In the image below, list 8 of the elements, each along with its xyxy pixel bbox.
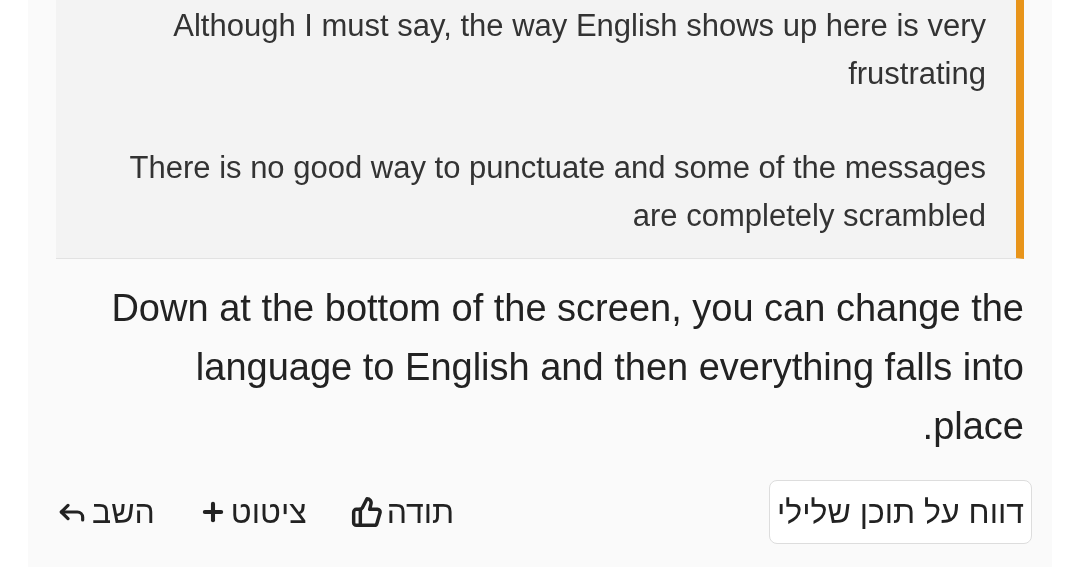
post-text: Down at the bottom of the screen, you can change the language to English and then everything falls into place. — [110, 286, 1024, 449]
quote-text: Although I must say, the way English shows up here is very frustrating — [172, 7, 986, 93]
quote-text: There is no good way to punctuate and some of the messages are completely scrambled — [128, 149, 986, 235]
quote-button[interactable]: ציטוט — [198, 488, 307, 536]
thumbs-up-icon — [350, 496, 383, 528]
report-button[interactable]: דווח על תוכן שלילי — [768, 480, 1032, 544]
reply-button[interactable]: השב — [56, 488, 155, 536]
like-button[interactable]: תודה — [350, 488, 455, 536]
